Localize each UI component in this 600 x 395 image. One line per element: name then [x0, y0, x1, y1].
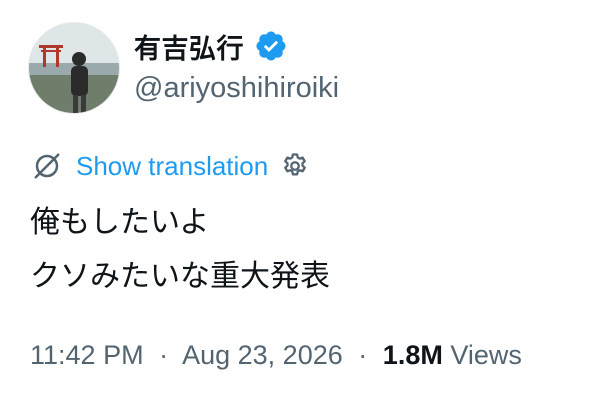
globe-slash-icon: [34, 153, 60, 179]
tweet-time[interactable]: 11:42 PM: [30, 340, 144, 370]
name-row: 有吉弘行: [134, 24, 339, 68]
avatar-photo: [29, 23, 119, 113]
views-count[interactable]: 1.8M: [383, 340, 443, 370]
verified-badge-icon[interactable]: [254, 29, 288, 63]
meta-separator: ·: [159, 340, 169, 370]
avatar[interactable]: [28, 22, 120, 114]
user-handle[interactable]: @ariyoshihiroiki: [134, 72, 339, 105]
tweet-line: 俺もしたいよ: [30, 205, 210, 240]
gear-icon[interactable]: [280, 151, 310, 181]
display-name[interactable]: 有吉弘行: [134, 27, 244, 66]
author-block: 有吉弘行 @ariyoshihiroiki: [134, 24, 339, 105]
tweet-line: クソみたいな重大発表: [30, 259, 330, 294]
tweet-date[interactable]: Aug 23, 2026: [182, 340, 343, 370]
meta-separator: ·: [358, 340, 368, 370]
show-translation-link[interactable]: Show translation: [76, 151, 268, 182]
translation-row: Show translation: [32, 148, 310, 184]
tweet-meta: 11:42 PM · Aug 23, 2026 · 1.8M Views: [30, 340, 522, 371]
tweet-header: 有吉弘行 @ariyoshihiroiki: [28, 22, 588, 118]
tweet-text: 俺もしたいよ クソみたいな重大発表: [30, 196, 330, 304]
views-label[interactable]: Views: [450, 340, 522, 370]
